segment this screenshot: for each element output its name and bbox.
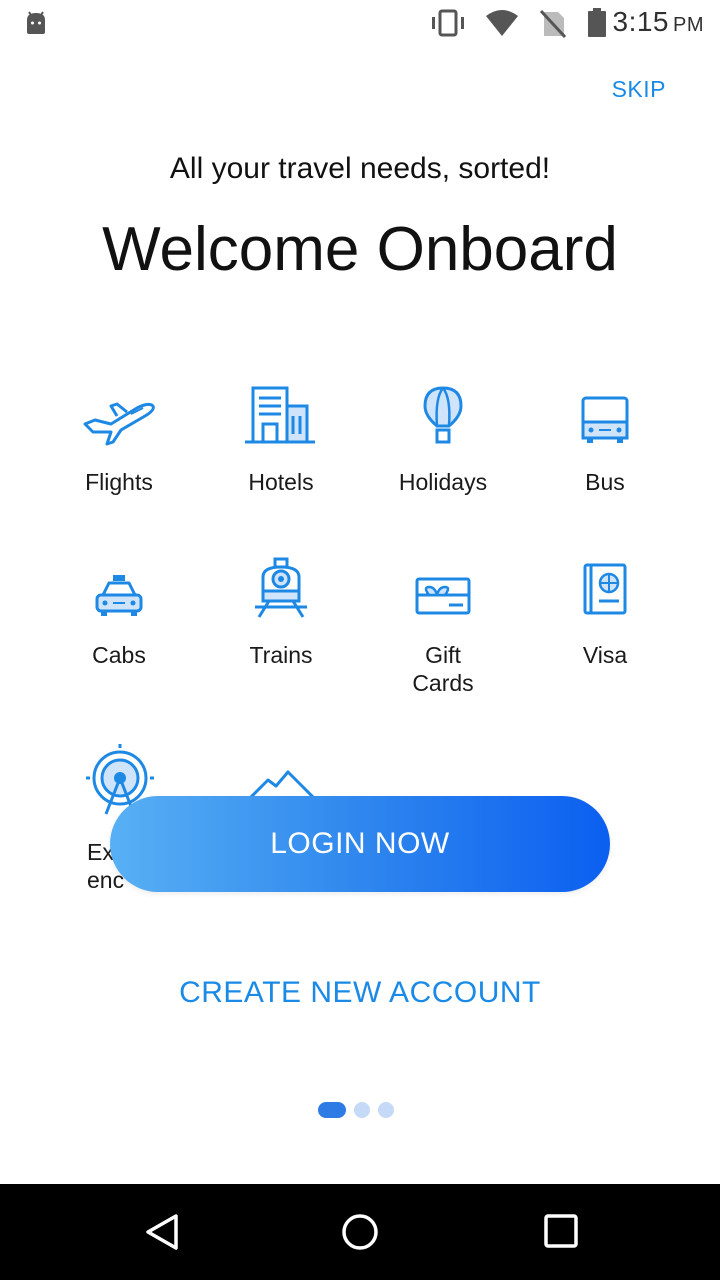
train-icon xyxy=(200,557,362,621)
service-gift-cards[interactable]: Gift Cards xyxy=(362,557,524,697)
service-label-gift-cards-line2: Cards xyxy=(412,670,474,696)
clock-time: 3:15 xyxy=(612,6,669,37)
service-cabs[interactable]: Cabs xyxy=(38,557,200,669)
service-visa[interactable]: Visa xyxy=(524,557,686,669)
service-label-visa: Visa xyxy=(582,642,628,668)
skip-button[interactable]: SKIP xyxy=(612,76,666,103)
create-account-link[interactable]: CREATE NEW ACCOUNT xyxy=(0,976,720,1010)
onboarding-title: Welcome Onboard xyxy=(102,215,618,284)
login-button[interactable]: LOGIN NOW xyxy=(110,796,610,892)
status-bar: 3:15 PM xyxy=(0,0,720,48)
bus-icon xyxy=(524,384,686,448)
recents-icon[interactable] xyxy=(542,1212,582,1257)
service-label-holidays: Holidays xyxy=(398,469,488,495)
battery-icon xyxy=(586,8,608,43)
service-trains[interactable]: Trains xyxy=(200,557,362,669)
page-dot xyxy=(378,1102,394,1118)
home-icon[interactable] xyxy=(340,1212,380,1257)
service-flights[interactable]: Flights xyxy=(38,384,200,496)
wifi-icon xyxy=(484,8,520,43)
service-label-bus: Bus xyxy=(585,469,625,495)
no-sim-icon xyxy=(538,8,568,43)
page-indicator xyxy=(318,1102,394,1118)
airplane-icon xyxy=(38,384,200,448)
passport-icon xyxy=(524,557,686,621)
service-holidays[interactable]: Holidays xyxy=(362,384,524,496)
hotel-building-icon xyxy=(200,384,362,448)
service-bus[interactable]: Bus xyxy=(524,384,686,496)
service-label-cabs: Cabs xyxy=(92,642,146,668)
service-hotels[interactable]: Hotels xyxy=(200,384,362,496)
gift-card-icon xyxy=(362,557,524,621)
service-label-gift-cards-line1: Gift xyxy=(425,642,461,668)
vibrate-icon xyxy=(430,8,466,43)
service-label-gift-cards: Gift Cards xyxy=(362,641,524,697)
service-label-hotels: Hotels xyxy=(248,469,314,495)
back-icon[interactable] xyxy=(142,1212,182,1257)
service-label-flights: Flights xyxy=(85,469,153,495)
page-dot xyxy=(354,1102,370,1118)
android-icon xyxy=(24,10,48,41)
status-clock: 3:15 PM xyxy=(613,6,705,38)
navigation-bar xyxy=(0,1184,720,1280)
taxi-icon xyxy=(38,557,200,621)
login-button-label: LOGIN NOW xyxy=(270,827,450,860)
onboarding-screen: 3:15 PM SKIP All your travel needs, sorte… xyxy=(0,0,720,1280)
onboarding-subtitle: All your travel needs, sorted! xyxy=(169,152,551,185)
clock-ampm: PM xyxy=(673,14,704,36)
hot-air-balloon-icon xyxy=(362,384,524,448)
page-dot-active xyxy=(318,1102,346,1118)
service-label-trains: Trains xyxy=(249,642,313,668)
